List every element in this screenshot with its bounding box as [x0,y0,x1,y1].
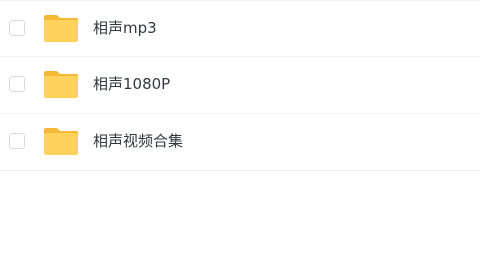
folder-name[interactable]: 相声视频合集 [93,131,183,151]
folder-name[interactable]: 相声1080P [93,74,170,94]
file-row[interactable]: 相声视频合集 [0,114,480,171]
select-checkbox[interactable] [9,76,25,92]
folder-icon [43,69,79,99]
folder-icon [43,13,79,43]
file-row[interactable]: 相声mp3 [0,0,480,57]
select-checkbox[interactable] [9,20,25,36]
file-row[interactable]: 相声1080P [0,57,480,114]
file-list: 相声mp3 相声1080P 相声视频合集 [0,0,480,171]
folder-icon [43,126,79,156]
select-checkbox[interactable] [9,133,25,149]
folder-name[interactable]: 相声mp3 [93,18,157,38]
